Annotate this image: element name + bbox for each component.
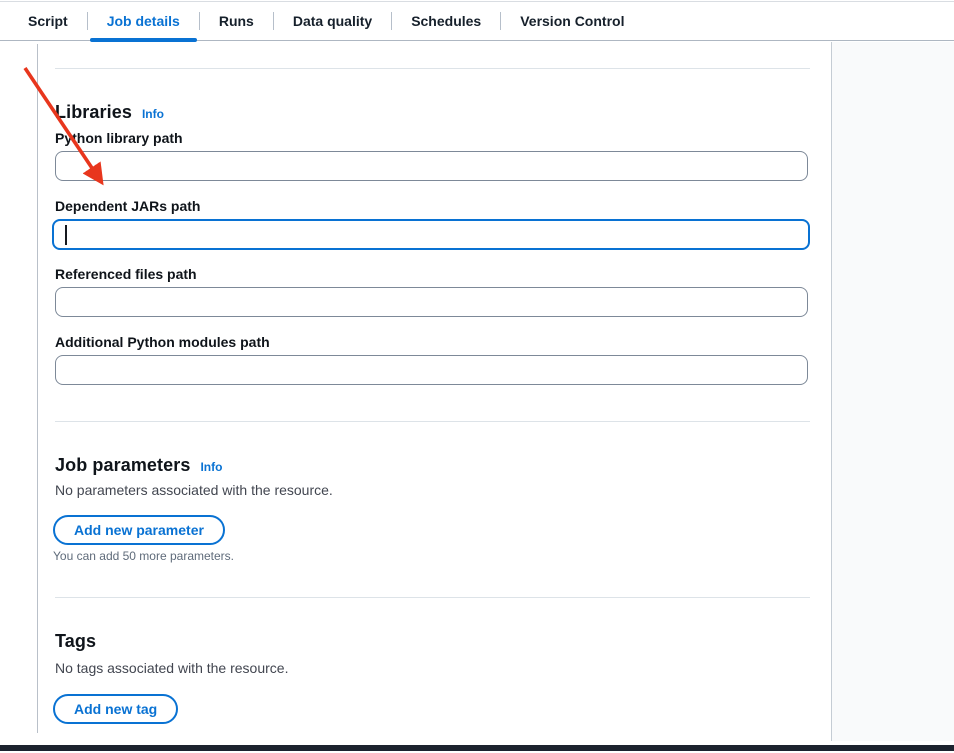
right-gutter: [831, 42, 954, 741]
tab-runs[interactable]: Runs: [200, 2, 273, 40]
tab-version-control[interactable]: Version Control: [501, 2, 643, 40]
text-cursor: [65, 225, 67, 245]
section-divider: [55, 597, 810, 598]
libraries-info-link[interactable]: Info: [142, 107, 164, 121]
tags-title: Tags: [55, 631, 96, 652]
referenced-files-path-label: Referenced files path: [55, 266, 197, 282]
libraries-title: Libraries: [55, 102, 132, 123]
tab-script[interactable]: Script: [9, 2, 87, 40]
tab-data-quality[interactable]: Data quality: [274, 2, 391, 40]
tags-heading: Tags: [55, 631, 96, 652]
job-tabs: Script Job details Runs Data quality Sch…: [0, 2, 954, 41]
job-parameters-heading: Job parameters Info: [55, 455, 222, 476]
referenced-files-path-input[interactable]: [55, 287, 808, 317]
section-divider: [55, 421, 810, 422]
glue-job-details-page: Script Job details Runs Data quality Sch…: [0, 0, 954, 753]
dependent-jars-path-input[interactable]: [52, 219, 810, 250]
job-parameters-empty-text: No parameters associated with the resour…: [55, 482, 333, 498]
tags-empty-text: No tags associated with the resource.: [55, 660, 288, 676]
add-new-parameter-button[interactable]: Add new parameter: [53, 515, 225, 545]
libraries-heading: Libraries Info: [55, 102, 164, 123]
parameters-remaining-hint: You can add 50 more parameters.: [53, 549, 234, 563]
job-parameters-info-link[interactable]: Info: [200, 460, 222, 474]
window-bottom-bar: [0, 745, 954, 751]
python-library-path-input[interactable]: [55, 151, 808, 181]
dependent-jars-path-label: Dependent JARs path: [55, 198, 200, 214]
add-new-tag-button[interactable]: Add new tag: [53, 694, 178, 724]
section-divider: [55, 68, 810, 69]
python-library-path-label: Python library path: [55, 130, 183, 146]
content-panel-left-border: [37, 44, 38, 733]
additional-python-modules-path-input[interactable]: [55, 355, 808, 385]
job-parameters-title: Job parameters: [55, 455, 190, 476]
tab-schedules[interactable]: Schedules: [392, 2, 500, 40]
additional-python-modules-path-label: Additional Python modules path: [55, 334, 270, 350]
tab-job-details[interactable]: Job details: [88, 2, 199, 40]
